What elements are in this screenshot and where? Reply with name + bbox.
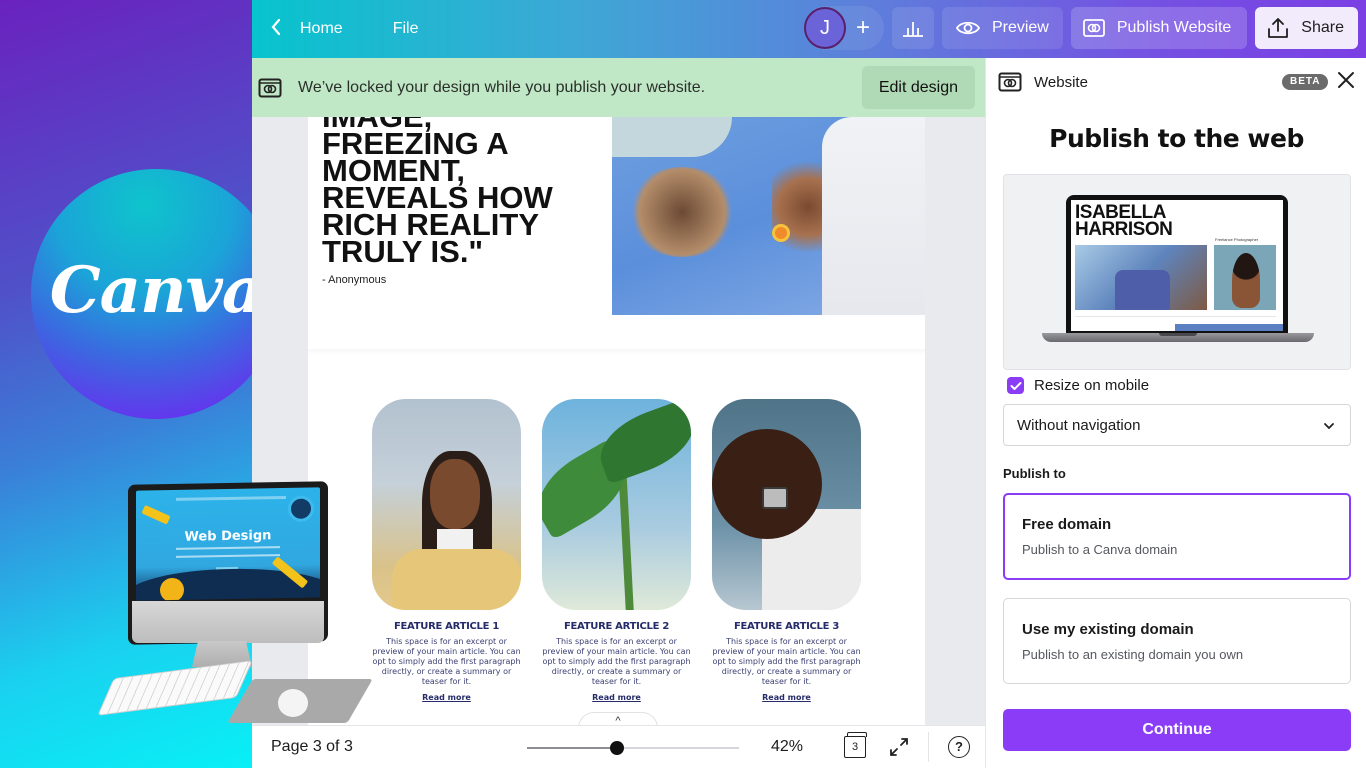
preview-site-name: ISABELLA HARRISON (1075, 202, 1173, 240)
fullscreen-button[interactable] (888, 736, 910, 758)
imac-screen-title: Web Design (184, 528, 272, 545)
publish-to-label: Publish to (1003, 466, 1066, 481)
zoom-slider-thumb[interactable] (610, 741, 625, 755)
file-menu[interactable]: File (393, 20, 419, 38)
website-icon (1082, 19, 1105, 37)
read-more-link[interactable]: Read more (592, 693, 641, 702)
zoom-percentage[interactable]: 42% (771, 738, 803, 756)
insights-button[interactable] (891, 7, 934, 49)
quote-text: IMAGE, FREEZING A MOMENT, REVEALS HOW RI… (322, 117, 553, 269)
article-card: FEATURE ARTICLE 3 This space is for an e… (712, 399, 861, 705)
edit-design-button[interactable]: Edit design (861, 66, 975, 109)
domain-option-title: Use my existing domain (1022, 621, 1194, 638)
zoom-slider[interactable] (527, 741, 739, 755)
bar-chart-icon (902, 22, 923, 37)
section-divider (308, 349, 925, 355)
share-button[interactable]: Share (1255, 7, 1358, 49)
topbar-actions: J + Preview Publish Website Share (803, 6, 1358, 50)
close-icon (1338, 72, 1354, 88)
panel-header: Website BETA (986, 58, 1366, 106)
design-canvas[interactable]: IMAGE, FREEZING A MOMENT, REVEALS HOW RI… (252, 117, 985, 725)
publish-website-label: Publish Website (1116, 19, 1232, 36)
preview-button[interactable]: Preview (941, 7, 1063, 49)
banner-message: We’ve locked your design while you publi… (298, 78, 706, 96)
home-link[interactable]: Home (300, 20, 343, 38)
expand-icon (890, 738, 908, 756)
article-title: FEATURE ARTICLE 3 (734, 621, 839, 632)
page-grid-button[interactable]: 3 (844, 732, 867, 758)
domain-option-title: Free domain (1022, 516, 1112, 533)
preview-site-tagline: Freelance Photographer (1215, 237, 1259, 242)
paint-can-icon (288, 495, 314, 522)
chevron-up-icon: ^ (615, 715, 621, 725)
article-body: This space is for an excerpt or preview … (542, 637, 691, 686)
flower (775, 227, 787, 239)
page-indicator: Page 3 of 3 (271, 738, 353, 755)
editor-topbar: Home File J + Preview Publish Website Sh… (252, 0, 1366, 58)
article-title: FEATURE ARTICLE 1 (394, 621, 499, 632)
resize-on-mobile-checkbox[interactable] (1007, 377, 1024, 394)
navigation-select[interactable]: Without navigation (1003, 404, 1351, 446)
chevron-left-icon[interactable] (270, 16, 286, 42)
preview-label: Preview (991, 19, 1049, 36)
eye-icon (955, 21, 980, 35)
website-icon (258, 78, 282, 97)
paint-can-icon (160, 577, 184, 601)
avatar[interactable]: J (803, 7, 846, 49)
panel-title: Publish to the web (1049, 124, 1304, 153)
checkmark-icon (1010, 381, 1021, 390)
resize-on-mobile-option[interactable]: Resize on mobile (1007, 377, 1149, 394)
resize-on-mobile-label: Resize on mobile (1034, 377, 1150, 394)
website-preview: ISABELLA HARRISON Freelance Photographer (1003, 174, 1351, 370)
preview-image (1075, 245, 1207, 310)
quote-author: - Anonymous (322, 274, 387, 286)
laptop-mockup: ISABELLA HARRISON Freelance Photographer (1066, 195, 1288, 333)
hero-photo (612, 117, 925, 315)
panel-header-title: Website (1034, 73, 1088, 91)
preview-image (1214, 245, 1276, 310)
canva-logo-text: Canva (49, 252, 252, 328)
free-domain-option[interactable]: Free domain Publish to a Canva domain (1003, 493, 1351, 580)
editor-bottombar: Page 3 of 3 42% 3 ? (252, 725, 985, 768)
article-card: FEATURE ARTICLE 1 This space is for an e… (372, 399, 521, 705)
domain-option-subtitle: Publish to an existing domain you own (1022, 647, 1244, 662)
article-body: This space is for an excerpt or preview … (712, 637, 861, 686)
article-title: FEATURE ARTICLE 2 (564, 621, 669, 632)
paintbrush-icon (141, 504, 171, 525)
close-panel-button[interactable] (1336, 70, 1356, 90)
article-card: FEATURE ARTICLE 2 This space is for an e… (542, 399, 691, 705)
continue-button[interactable]: Continue (1003, 709, 1351, 751)
article-body: This space is for an excerpt or preview … (372, 637, 521, 686)
share-icon (1268, 18, 1289, 38)
beta-badge: BETA (1282, 74, 1329, 90)
domain-option-subtitle: Publish to a Canva domain (1022, 542, 1178, 557)
navigation-select-value: Without navigation (1017, 416, 1141, 434)
publish-website-button[interactable]: Publish Website (1070, 7, 1248, 49)
chevron-down-icon (1324, 423, 1334, 430)
divider (928, 732, 929, 762)
zoom-slider-fill (527, 747, 618, 749)
publish-website-panel: Website BETA Publish to the web ISABELLA… (985, 58, 1366, 768)
existing-domain-option[interactable]: Use my existing domain Publish to an exi… (1003, 598, 1351, 684)
imac-display: Web Design (136, 487, 320, 601)
collaborators: J + (803, 6, 884, 50)
article-image (372, 399, 521, 610)
camera (762, 487, 788, 509)
article-image (542, 399, 691, 610)
mouse-illustration (278, 689, 308, 717)
locked-design-banner: We’ve locked your design while you publi… (252, 58, 985, 117)
help-button[interactable]: ? (948, 736, 970, 758)
read-more-link[interactable]: Read more (422, 693, 471, 702)
article-image (712, 399, 861, 610)
feature-articles: FEATURE ARTICLE 1 This space is for an e… (372, 399, 861, 705)
laptop-screen: ISABELLA HARRISON Freelance Photographer (1071, 200, 1283, 331)
canva-logo: Canva (31, 169, 252, 419)
website-icon (998, 72, 1022, 92)
show-pages-toggle[interactable]: ^ (578, 712, 658, 725)
plus-icon[interactable]: + (846, 14, 880, 42)
design-page[interactable]: IMAGE, FREEZING A MOMENT, REVEALS HOW RI… (308, 117, 925, 725)
share-label: Share (1301, 19, 1344, 36)
read-more-link[interactable]: Read more (762, 693, 811, 702)
